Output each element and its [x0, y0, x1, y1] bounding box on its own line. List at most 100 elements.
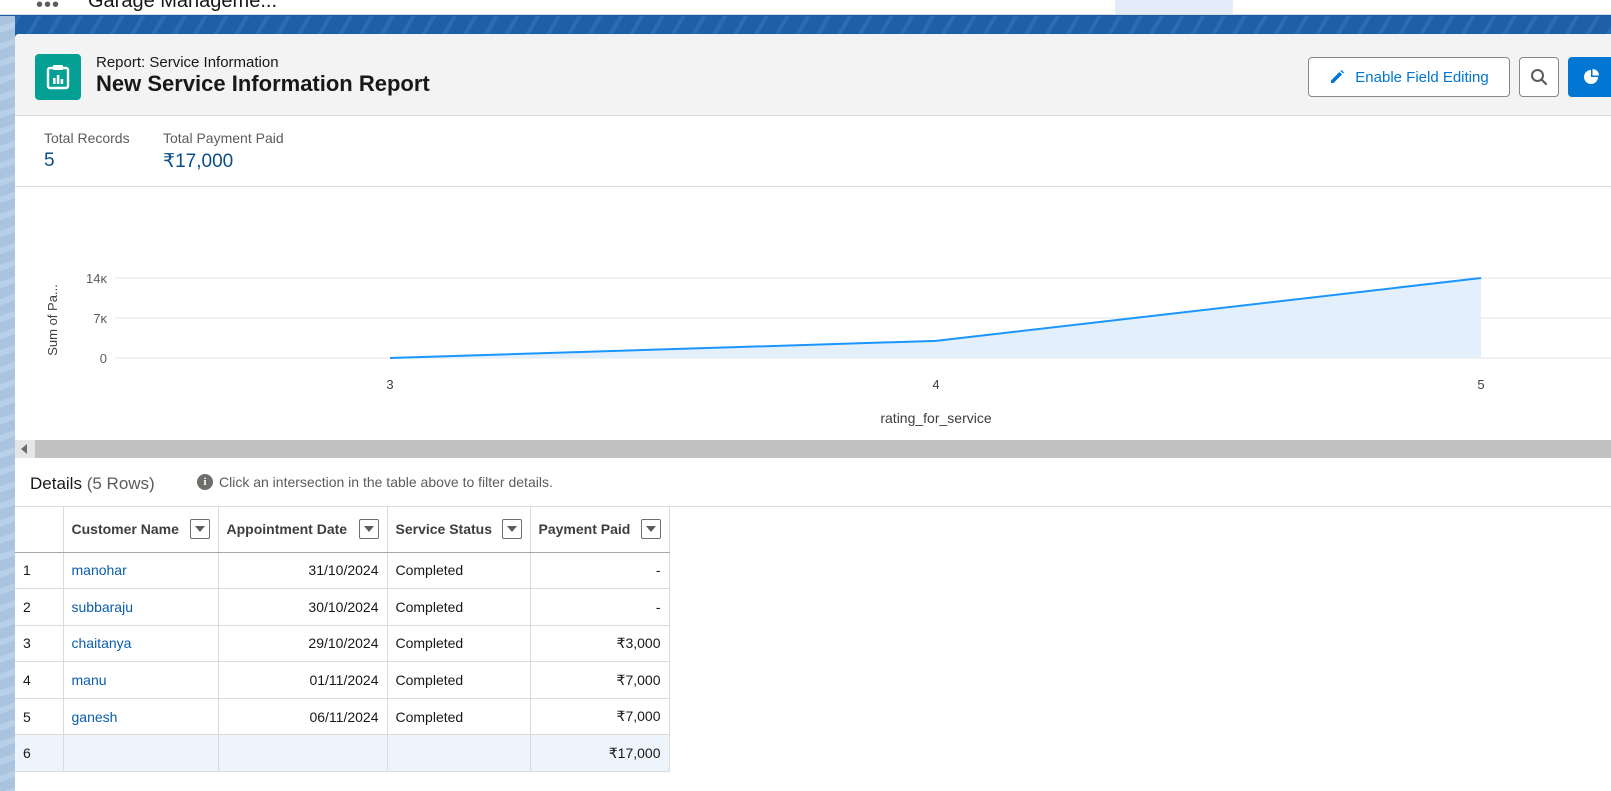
x-axis-label: rating_for_service	[880, 410, 991, 426]
column-header-service-status[interactable]: Service Status	[387, 507, 531, 553]
column-menu-icon[interactable]	[501, 519, 522, 540]
x-tick-label: 5	[1477, 377, 1484, 392]
payment-paid-cell: ₹7,000	[530, 661, 670, 699]
row-number: 2	[15, 588, 64, 626]
row-number: 6	[15, 734, 64, 773]
column-header-customer-name[interactable]: Customer Name	[63, 507, 219, 553]
x-tick-label: 3	[386, 377, 393, 392]
row-number: 4	[15, 661, 64, 699]
column-header-label: Payment Paid	[538, 521, 631, 538]
column-header-appointment-date[interactable]: Appointment Date	[218, 507, 388, 553]
y-tick-label: 14ĸ	[86, 271, 107, 286]
service-status-cell: Completed	[387, 698, 531, 736]
customer-name-cell: manu	[63, 661, 219, 699]
enable-field-editing-label: Enable Field Editing	[1355, 68, 1489, 86]
app-name[interactable]: Garage Manageme...	[88, 0, 277, 13]
row-number: 5	[15, 698, 64, 736]
appointment-date-cell: 30/10/2024	[218, 588, 388, 626]
horizontal-scrollbar[interactable]	[15, 440, 1611, 458]
table-row: 1 manohar 31/10/2024 Completed -	[15, 552, 670, 590]
customer-name-link[interactable]: ganesh	[72, 709, 118, 725]
appointment-date-cell: 31/10/2024	[218, 552, 388, 590]
details-title: Details (5 Rows)	[30, 474, 155, 494]
customer-name-link[interactable]: chaitanya	[72, 635, 132, 651]
app-launcher-icon[interactable]: •••	[36, 0, 60, 14]
customer-name-cell: subbaraju	[63, 588, 219, 626]
details-header: Details (5 Rows) i Click an intersection…	[15, 458, 1611, 507]
x-tick-label: 4	[932, 377, 939, 392]
table-row: 4 manu 01/11/2024 Completed ₹7,000	[15, 661, 670, 699]
column-header-label: Appointment Date	[226, 521, 348, 538]
total-empty-cell	[387, 734, 531, 773]
details-hint-text: Click an intersection in the table above…	[219, 474, 553, 490]
details-table: Customer Name Appointment Date Service S…	[15, 507, 670, 773]
app-navigation-bar: ••• Garage Manageme...	[0, 0, 1611, 15]
table-total-row: 6 ₹17,000	[15, 734, 670, 773]
y-axis-label: Sum of Pa...	[45, 284, 60, 356]
report-summary: Total Records 5 Total Payment Paid ₹17,0…	[15, 116, 1611, 187]
scroll-left-arrow-icon[interactable]	[21, 444, 27, 454]
total-payment-label: Total Payment Paid	[163, 130, 284, 146]
column-menu-icon[interactable]	[358, 519, 379, 540]
background-band	[0, 16, 1611, 36]
report-header: Report: Service Information New Service …	[15, 34, 1611, 116]
report-icon	[35, 54, 81, 100]
page-title: New Service Information Report	[96, 71, 430, 96]
row-number-header	[15, 507, 64, 553]
y-tick-label: 0	[100, 351, 107, 366]
payment-paid-cell: -	[530, 552, 670, 590]
search-button[interactable]	[1519, 57, 1559, 97]
table-row: 2 subbaraju 30/10/2024 Completed -	[15, 588, 670, 626]
chart-toggle-button[interactable]	[1568, 57, 1611, 97]
row-number: 3	[15, 625, 64, 663]
total-empty-cell	[63, 734, 219, 773]
appointment-date-cell: 29/10/2024	[218, 625, 388, 663]
table-header-row: Customer Name Appointment Date Service S…	[15, 507, 670, 553]
customer-name-link[interactable]: manohar	[72, 562, 127, 578]
total-payment-value: ₹17,000	[163, 151, 234, 172]
service-status-cell: Completed	[387, 661, 531, 699]
info-icon: i	[197, 474, 213, 490]
total-records-label: Total Records	[44, 130, 130, 146]
row-number: 1	[15, 552, 64, 590]
column-header-label: Customer Name	[71, 521, 179, 538]
total-records-metric: Total Records 5	[44, 130, 130, 172]
service-status-cell: Completed	[387, 625, 531, 663]
customer-name-cell: ganesh	[63, 698, 219, 736]
pencil-icon	[1331, 70, 1345, 83]
column-menu-icon[interactable]	[640, 519, 661, 540]
table-row: 5 ganesh 06/11/2024 Completed ₹7,000	[15, 698, 670, 736]
customer-name-cell: manohar	[63, 552, 219, 590]
details-row-count: (5 Rows)	[86, 474, 155, 493]
appointment-date-cell: 01/11/2024	[218, 661, 388, 699]
service-status-cell: Completed	[387, 552, 531, 590]
total-payment-cell: ₹17,000	[530, 734, 670, 773]
nav-tab-active[interactable]	[1115, 0, 1233, 14]
total-records-value: 5	[44, 150, 55, 171]
details-title-text: Details	[30, 474, 82, 493]
report-chart[interactable]: 0 7ĸ 14ĸ 3 4 5 rating_for_service Sum of Pa...	[15, 187, 1611, 440]
customer-name-link[interactable]: manu	[72, 672, 107, 688]
column-menu-icon[interactable]	[189, 519, 210, 540]
service-status-cell: Completed	[387, 588, 531, 626]
payment-paid-cell: ₹7,000	[530, 698, 670, 736]
area-chart[interactable]: 0 7ĸ 14ĸ 3 4 5 rating_for_service Sum of Pa...	[15, 187, 1611, 440]
enable-field-editing-button[interactable]: Enable Field Editing	[1308, 57, 1510, 97]
payment-paid-cell: ₹3,000	[530, 625, 670, 663]
search-icon	[1531, 69, 1548, 86]
total-payment-metric: Total Payment Paid ₹17,000	[163, 130, 284, 173]
appointment-date-cell: 06/11/2024	[218, 698, 388, 736]
customer-name-link[interactable]: subbaraju	[72, 599, 134, 615]
payment-paid-cell: -	[530, 588, 670, 626]
y-tick-label: 7ĸ	[93, 311, 107, 326]
report-type-label: Report: Service Information	[96, 54, 279, 71]
column-header-label: Service Status	[395, 521, 493, 538]
table-row: 3 chaitanya 29/10/2024 Completed ₹3,000	[15, 625, 670, 663]
customer-name-cell: chaitanya	[63, 625, 219, 663]
details-hint: i Click an intersection in the table abo…	[197, 474, 553, 490]
total-empty-cell	[218, 734, 388, 773]
pie-chart-icon	[1584, 69, 1599, 84]
background-strip	[0, 16, 15, 791]
column-header-payment-paid[interactable]: Payment Paid	[530, 507, 670, 553]
report-card: Report: Service Information New Service …	[15, 34, 1611, 791]
